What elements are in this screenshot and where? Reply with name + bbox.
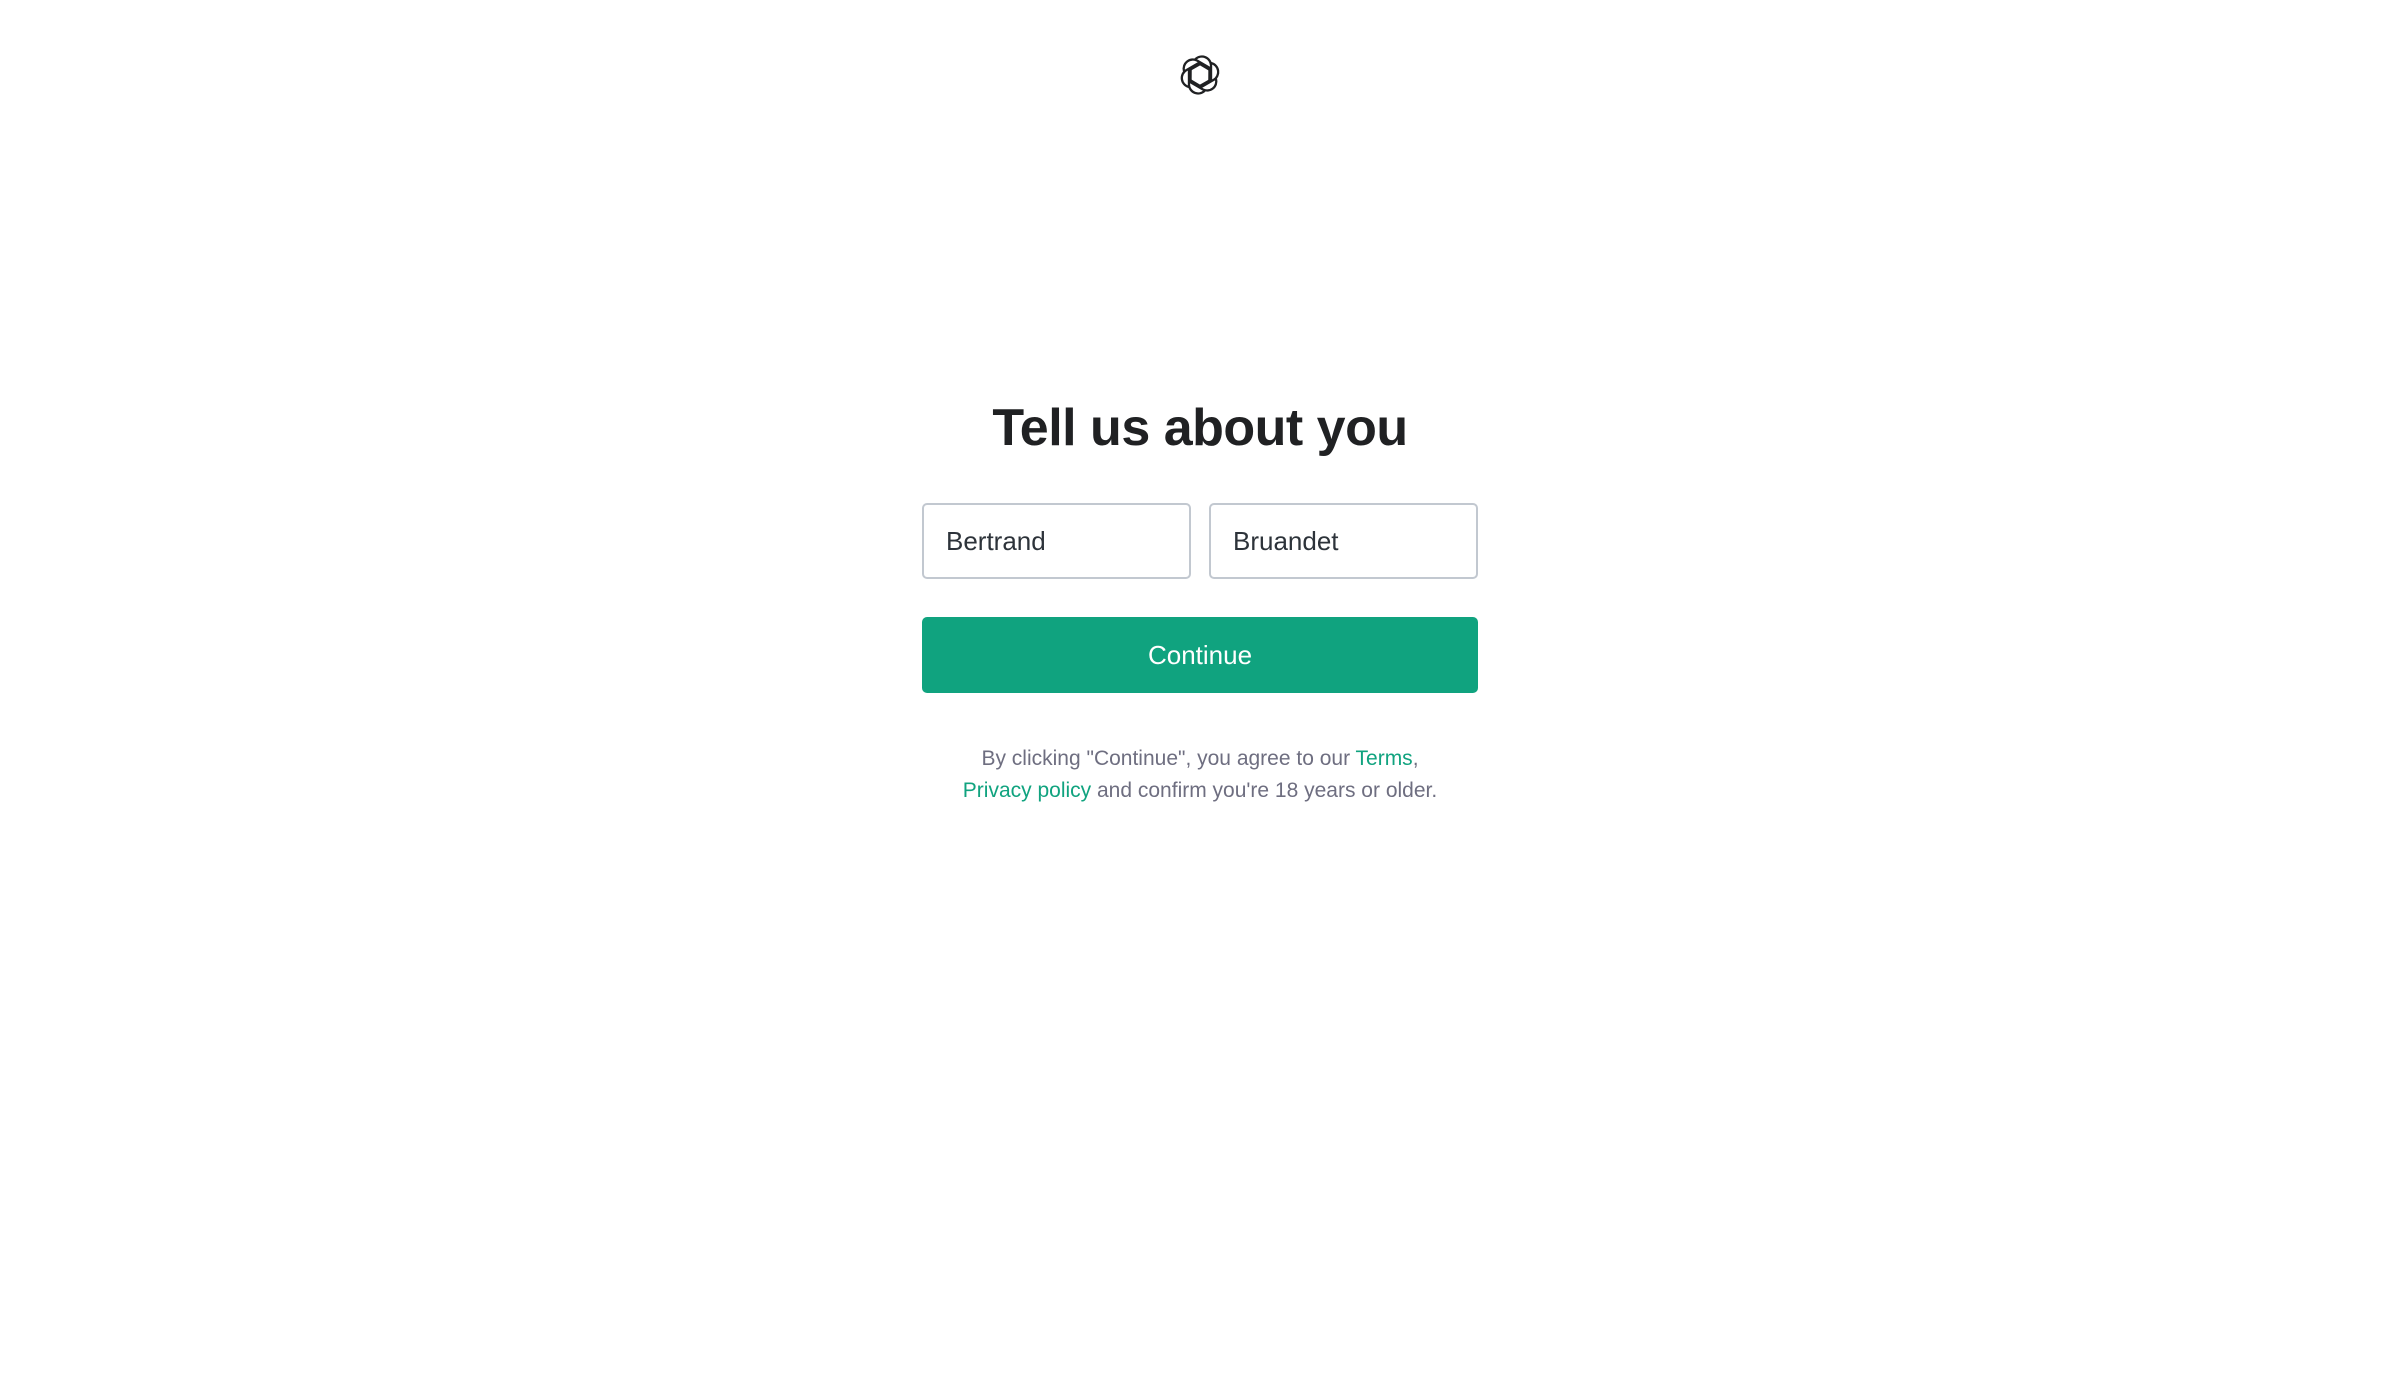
last-name-input[interactable] — [1209, 503, 1478, 579]
first-name-input[interactable] — [922, 503, 1191, 579]
legal-notice: By clicking "Continue", you agree to our… — [890, 743, 1510, 807]
legal-comma-text: , — [1412, 747, 1419, 770]
openai-logo-icon — [1175, 50, 1225, 100]
legal-suffix-text: and confirm you're 18 years or older. — [1091, 779, 1438, 802]
about-you-form: Tell us about you Continue By clicking "… — [922, 390, 1478, 807]
legal-prefix-text: By clicking "Continue", you agree to our — [981, 747, 1356, 770]
privacy-policy-link[interactable]: Privacy policy — [963, 779, 1091, 802]
name-fields-row — [922, 503, 1478, 579]
signup-page: Tell us about you Continue By clicking "… — [0, 0, 2400, 1379]
terms-link[interactable]: Terms — [1356, 747, 1413, 770]
continue-button[interactable]: Continue — [922, 617, 1478, 693]
page-title: Tell us about you — [992, 399, 1408, 457]
